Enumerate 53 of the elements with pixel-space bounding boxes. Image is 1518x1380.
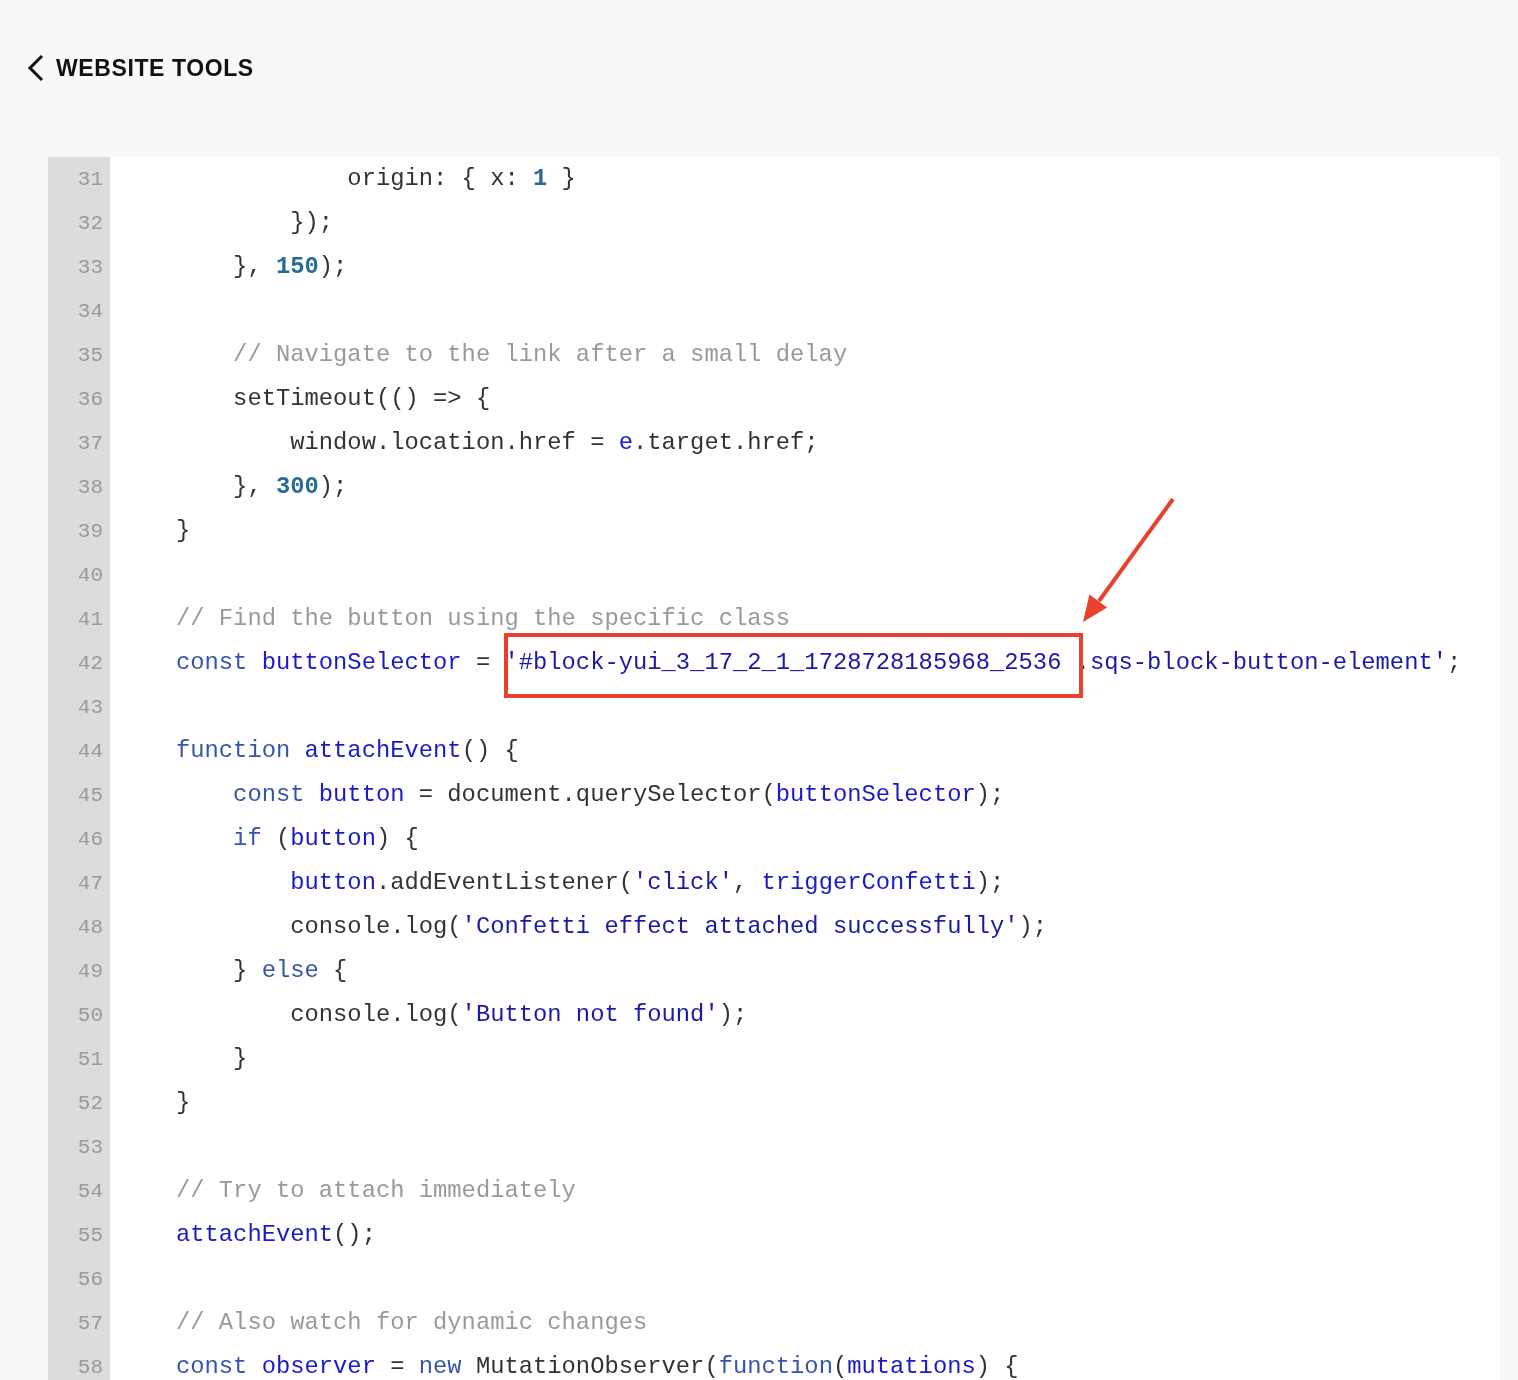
code-line: // Also watch for dynamic changes — [176, 1309, 648, 1337]
code-line: function attachEvent() { — [176, 737, 519, 765]
line-number: 39 — [77, 519, 103, 543]
line-number: 45 — [77, 783, 103, 807]
code-line: // Try to attach immediately — [176, 1177, 576, 1205]
line-number: 55 — [77, 1223, 103, 1247]
line-number: 38 — [77, 475, 103, 499]
code-line: } — [232, 1045, 248, 1073]
code-line: }, 300); — [232, 473, 348, 501]
line-number: 53 — [77, 1135, 103, 1159]
code-line: console.log('Button not found'); — [289, 1001, 748, 1029]
line-number: 51 — [77, 1047, 103, 1071]
line-number: 36 — [77, 387, 103, 411]
code-line: console.log('Confetti effect attached successfully'); — [289, 913, 1048, 941]
line-number: 54 — [77, 1179, 103, 1203]
code-line: setTimeout(() => { — [232, 385, 491, 413]
code-line: const buttonSelector = '#block-yui_3_17_2_1_1728728185968_2536 .sqs-block-button-element'; — [176, 649, 1462, 677]
code-line: const button = document.querySelector(buttonSelector); — [232, 781, 1005, 809]
code-line: attachEvent(); — [176, 1221, 376, 1249]
line-number: 34 — [77, 299, 103, 323]
line-number: 33 — [77, 255, 103, 279]
line-number: 31 — [77, 167, 103, 191]
code-line: button.addEventListener('click', triggerConfetti); — [289, 869, 1005, 897]
line-number: 42 — [77, 651, 103, 675]
code-line: } — [176, 1089, 191, 1117]
code-line: if (button) { — [232, 825, 419, 853]
line-number: 49 — [77, 959, 103, 983]
code-line: window.location.href = e.target.href; — [289, 429, 819, 457]
code-line: }, 150); — [232, 253, 348, 281]
back-button[interactable]: WEBSITE TOOLS — [24, 52, 256, 84]
line-number: 48 — [77, 915, 103, 939]
line-number: 40 — [77, 563, 103, 587]
chevron-left-icon — [26, 54, 44, 82]
line-number: 56 — [77, 1267, 103, 1291]
line-number: 43 — [77, 695, 103, 719]
line-number: 37 — [77, 431, 103, 455]
code-line: const observer = new MutationObserver(function(mutations) { — [176, 1353, 1019, 1380]
line-number: 44 — [77, 739, 103, 763]
code-line: } else { — [232, 957, 348, 985]
line-number: 57 — [77, 1311, 103, 1335]
line-number: 35 — [77, 343, 103, 367]
line-number: 46 — [77, 827, 103, 851]
line-number: 32 — [77, 211, 103, 235]
line-number: 52 — [77, 1091, 103, 1115]
line-number: 58 — [77, 1355, 103, 1379]
code-line: } — [176, 517, 191, 545]
code-line: // Find the button using the specific class — [176, 605, 791, 633]
line-number: 50 — [77, 1003, 103, 1027]
line-number: 47 — [77, 871, 103, 895]
code-line: // Navigate to the link after a small delay — [232, 341, 848, 369]
code-line: origin: { x: 1 } — [346, 165, 576, 193]
line-number: 41 — [77, 607, 103, 631]
code-line: }); — [289, 209, 334, 237]
